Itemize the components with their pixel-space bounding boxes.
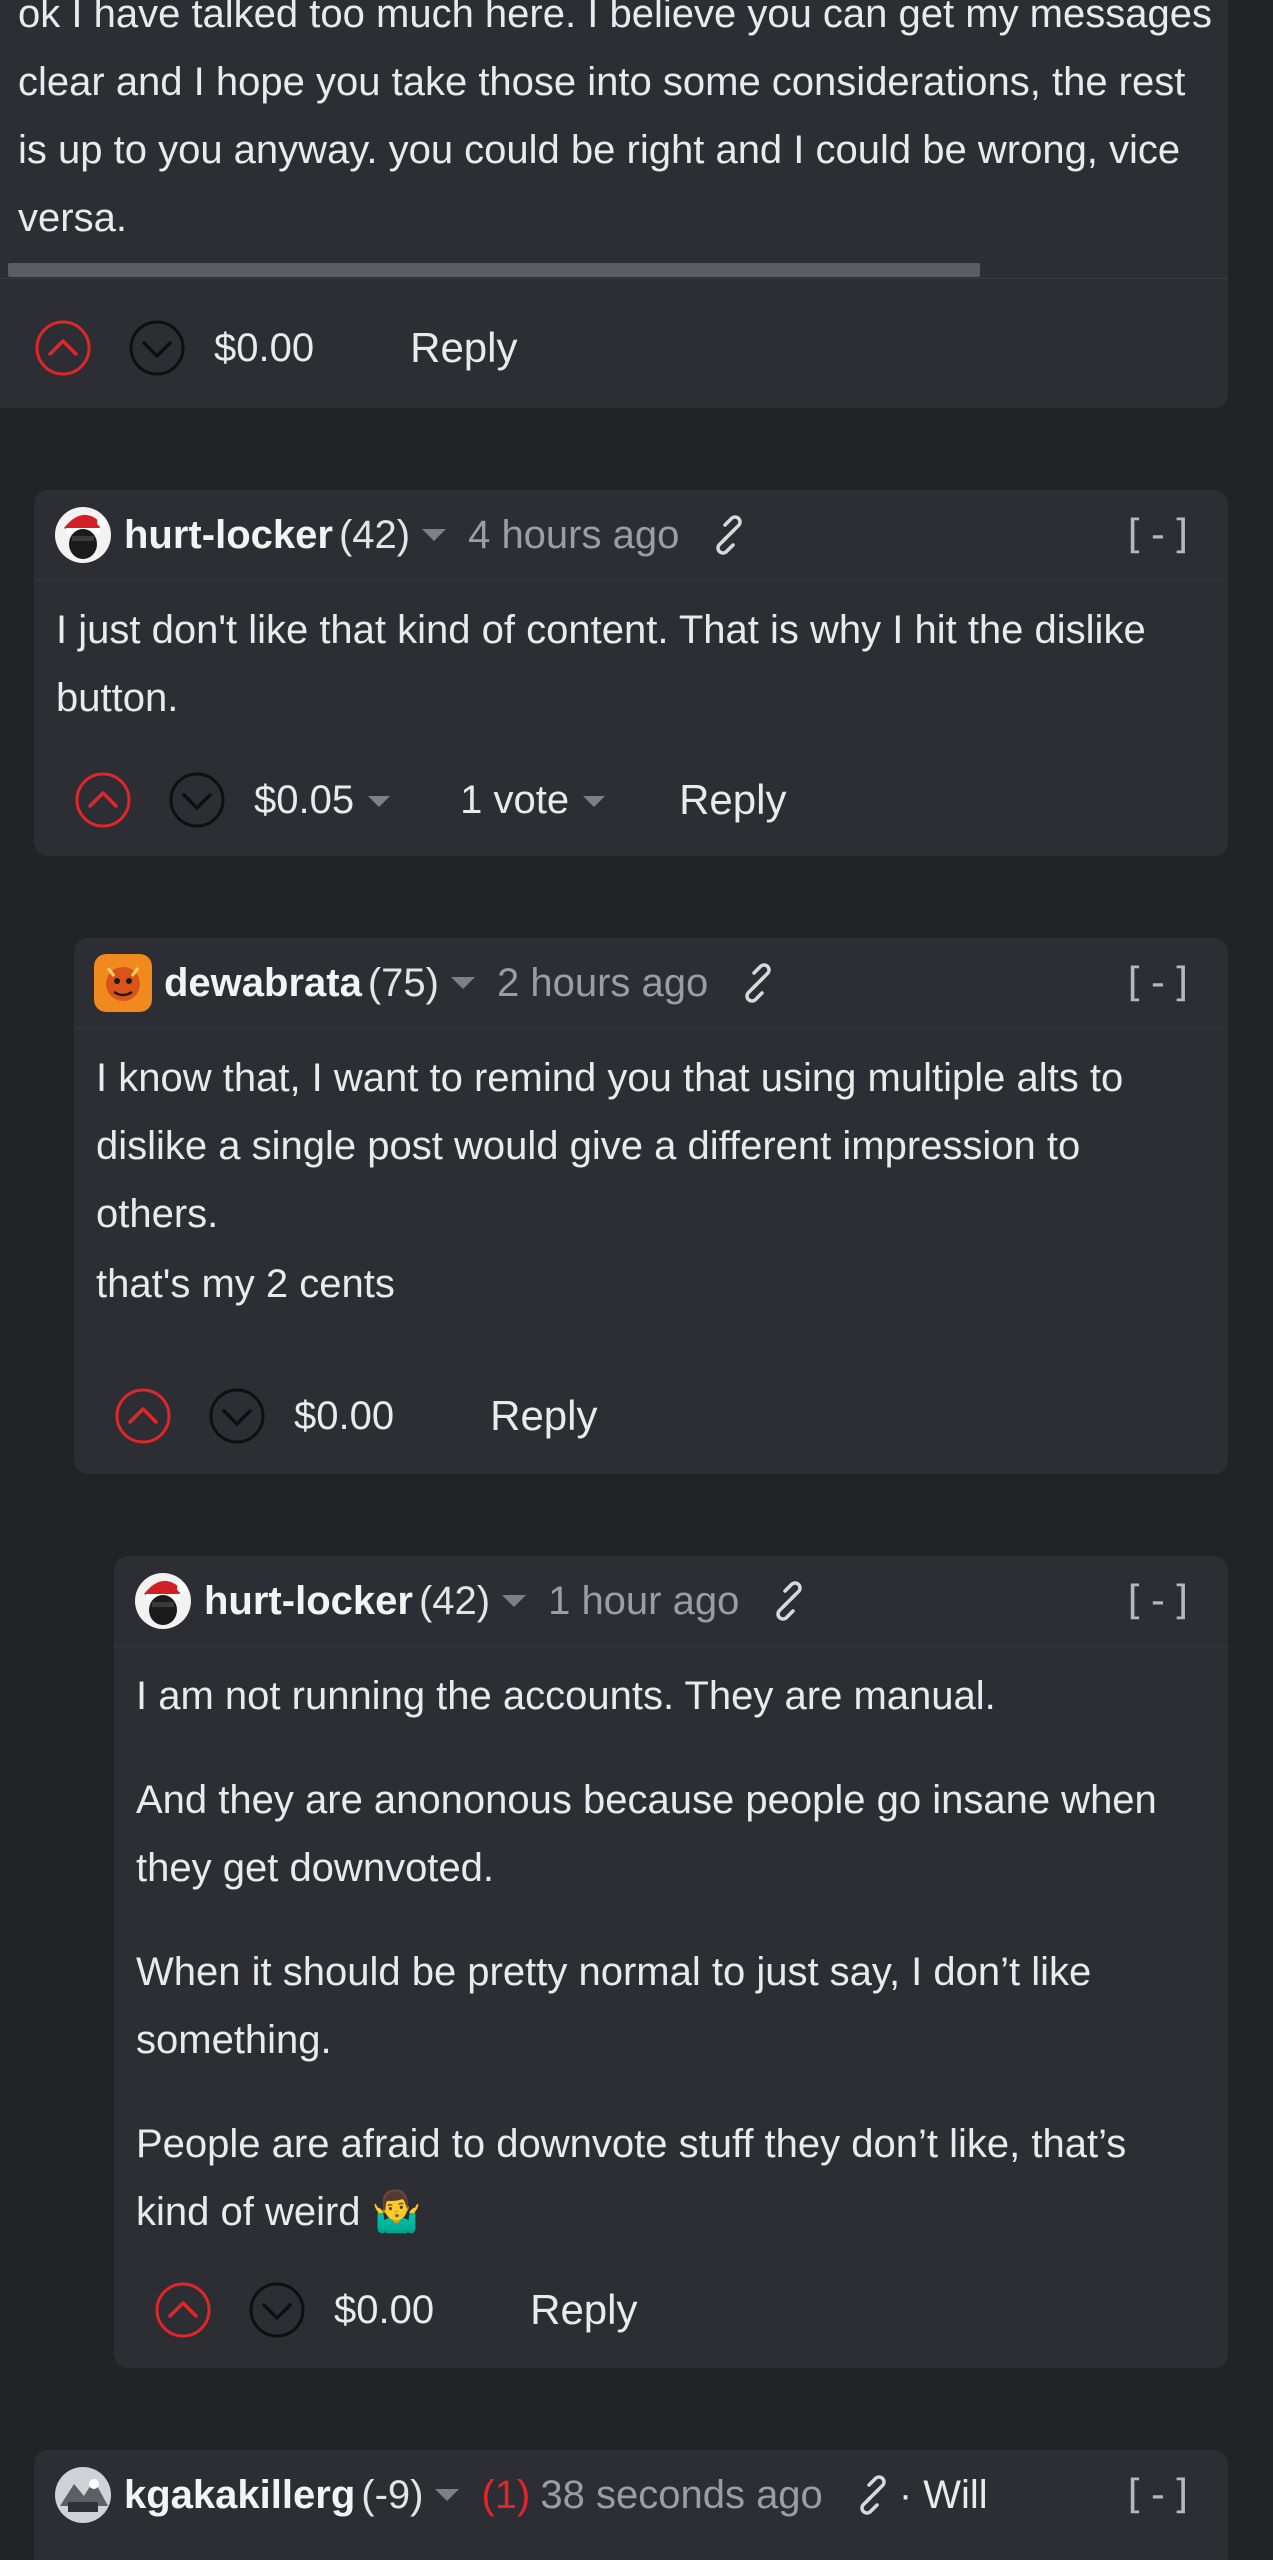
comment-card: dewabrata (75) 2 hours ago [-] I know th… [74,938,1228,1474]
comment-footer: $0.05 1 vote Reply [74,760,786,840]
collapse-button[interactable]: [-] [1122,1578,1194,1624]
comment-header: dewabrata (75) 2 hours ago [-] [74,938,1228,1029]
caret-down-icon[interactable] [583,796,606,808]
caret-down-icon[interactable] [502,1595,527,1607]
comment-card: kgakakillerg (-9) (1) 38 seconds ago · W… [34,2450,1228,2560]
collapse-button[interactable]: [-] [1122,960,1194,1006]
comment-timestamp[interactable]: 1 hour ago [548,1579,739,1624]
payout-value[interactable]: $0.00 [214,326,314,371]
comment-card: hurt-locker (42) 4 hours ago [-] I just … [34,490,1228,856]
collapse-button[interactable]: [-] [1122,2472,1194,2518]
comment-footer: $0.00 Reply [154,2270,638,2350]
avatar[interactable] [54,506,112,564]
downvote-icon[interactable] [168,771,226,829]
new-count-badge: (1) [481,2472,531,2517]
comment-body: I am not running the accounts. They are … [136,1674,996,1718]
author-reputation: (75) [367,960,439,1005]
comment-footer: $0.00 Reply [114,1376,598,1456]
comment-body: ok I have talked too much here. I believ… [18,0,1212,240]
comment-body: And they are anononous because people go… [136,1778,1157,1890]
comment-card-top: ok I have talked too much here. I believ… [0,0,1228,408]
payout-amount: $0.05 [254,777,355,822]
comment-body: I just don't like that kind of content. … [56,608,1146,720]
reply-button[interactable]: Reply [490,1392,597,1440]
upvote-icon[interactable] [114,1387,172,1445]
avatar[interactable] [54,2466,112,2524]
horizontal-scrollbar[interactable] [8,263,980,277]
link-icon[interactable] [853,2475,893,2515]
downvote-icon[interactable] [128,319,186,377]
author-name[interactable]: kgakakillerg [124,2473,355,2518]
caret-down-icon[interactable] [422,529,447,541]
author-name[interactable]: dewabrata [164,961,362,1006]
avatar[interactable] [94,954,152,1012]
author-reputation: (42) [338,512,411,557]
upvote-icon[interactable] [74,771,132,829]
comment-thread: ok I have talked too much here. I believ… [0,0,1273,2560]
downvote-icon[interactable] [208,1387,266,1445]
comment-body: When it should be pretty normal to just … [136,1950,1092,2062]
caret-down-icon[interactable] [451,977,475,989]
reply-button[interactable]: Reply [530,2286,637,2334]
reply-button[interactable]: Reply [410,324,517,372]
payout-value[interactable]: $0.00 [334,2288,434,2333]
payout-value[interactable]: $0.00 [294,1394,394,1439]
reply-button[interactable]: Reply [679,776,786,824]
author-reputation: (-9) [361,2472,424,2517]
avatar[interactable] [134,1572,192,1630]
caret-down-icon[interactable] [435,2489,460,2501]
vote-count[interactable]: 1 vote [460,777,606,823]
comment-timestamp[interactable]: 2 hours ago [497,961,708,1006]
comment-header: hurt-locker (42) 4 hours ago [-] [34,490,1228,581]
link-icon[interactable] [738,963,778,1003]
link-icon[interactable] [769,1581,809,1621]
vote-count-label: 1 vote [460,777,570,822]
comment-body: that's my 2 cents [96,1262,395,1306]
header-extra-text: · Will [898,2472,988,2517]
payout-value[interactable]: $0.05 [254,777,391,823]
upvote-icon[interactable] [154,2281,212,2339]
comment-header: kgakakillerg (-9) (1) 38 seconds ago · W… [34,2450,1228,2540]
author-reputation: (42) [418,1578,491,1623]
comment-timestamp[interactable]: 4 hours ago [468,513,679,558]
author-name[interactable]: hurt-locker [204,1579,413,1624]
comment-card: hurt-locker (42) 1 hour ago [-] I am not… [114,1556,1228,2368]
author-name[interactable]: hurt-locker [124,513,333,558]
upvote-icon[interactable] [34,319,92,377]
divider [0,278,1228,279]
link-icon[interactable] [709,515,749,555]
comment-body: I know that, I want to remind you that u… [96,1056,1124,1236]
downvote-icon[interactable] [248,2281,306,2339]
comment-footer: $0.00 Reply [34,308,518,388]
caret-down-icon[interactable] [368,796,391,808]
collapse-button[interactable]: [-] [1122,512,1194,558]
comment-timestamp[interactable]: 38 seconds ago [540,2473,822,2518]
comment-body: People are afraid to downvote stuff they… [136,2122,1127,2234]
comment-header: hurt-locker (42) 1 hour ago [-] [114,1556,1228,1647]
